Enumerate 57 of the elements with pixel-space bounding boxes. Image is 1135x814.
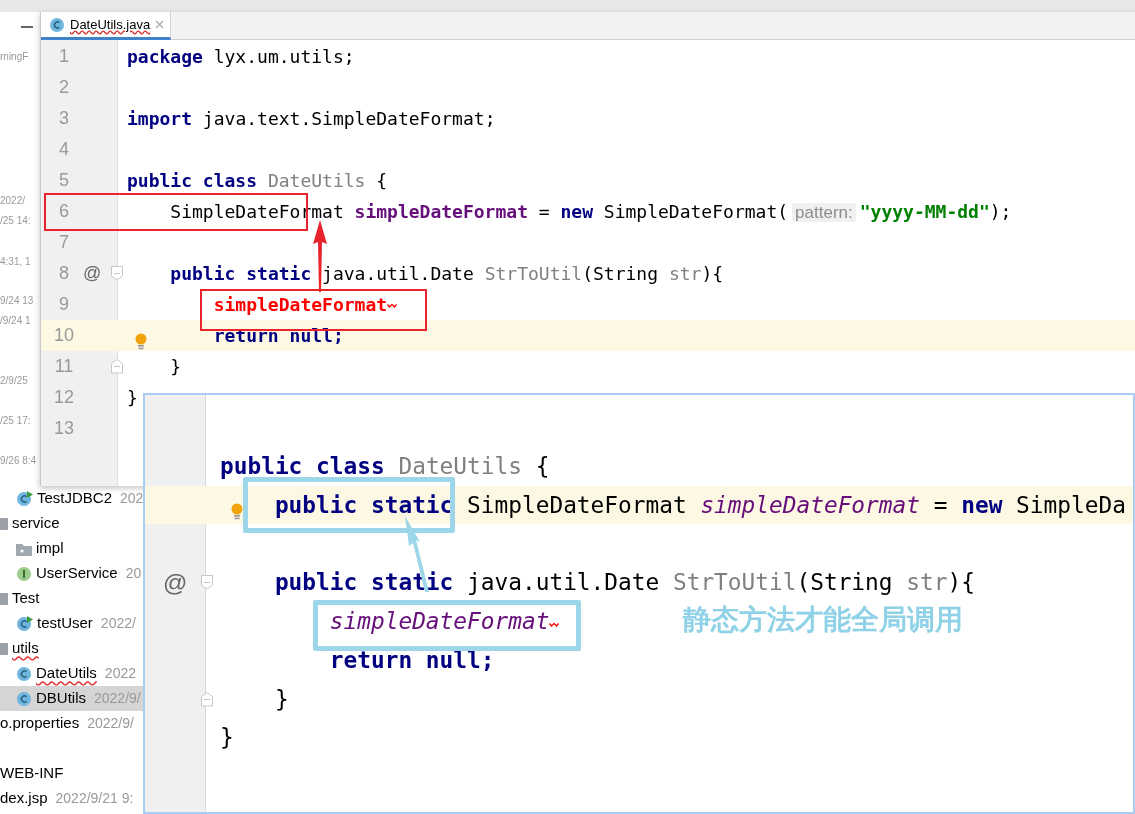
line-number: 4 <box>58 138 70 161</box>
code-line: } <box>220 726 234 750</box>
date-text: 2/9/25 <box>0 374 29 388</box>
line-number: 12 <box>53 386 75 409</box>
line-number: 7 <box>58 231 70 254</box>
code-line: return null; <box>329 648 495 672</box>
interface-icon <box>16 565 32 582</box>
fold-icon[interactable] <box>201 575 213 591</box>
fold-icon[interactable] <box>111 359 123 374</box>
override-marker: @ <box>163 567 188 598</box>
line-number: 5 <box>58 169 70 192</box>
code-line: public static java.util.Date StrToUtil(String str){ <box>170 264 724 283</box>
tree-item[interactable]: DBUtils 2022/9/ <box>0 686 143 711</box>
fold-icon[interactable] <box>111 266 123 281</box>
code-line: public class DateUtils { <box>220 454 550 478</box>
package-icon <box>0 592 8 605</box>
line-number: 10 <box>53 324 75 347</box>
code-line: package lyx.um.utils; <box>127 47 355 66</box>
code-line: } <box>274 687 289 711</box>
line-number: 11 <box>53 355 75 378</box>
code-line: public static SimpleDateFormat simpleDateFormat = new SimpleDa <box>274 493 1126 517</box>
file-tab[interactable]: DateUtils.java <box>41 12 172 40</box>
date-text: 9/24 13 <box>0 294 35 308</box>
class-icon <box>16 665 32 682</box>
code-line: public class DateUtils { <box>127 171 388 190</box>
date-text: /9/24 1 <box>0 314 32 328</box>
minimize-icon[interactable] <box>21 26 33 28</box>
close-icon[interactable] <box>155 20 165 29</box>
code-line: simpleDateFormat <box>213 295 388 314</box>
caption-text: 静态方法才能全局调用 <box>683 602 963 638</box>
date-text: 9/26 8:4 <box>0 454 38 468</box>
date-text: 4:31, 1 <box>0 255 32 269</box>
line-number: 1 <box>58 45 70 68</box>
date-text: /25 14: <box>0 214 32 228</box>
class-icon <box>16 615 33 632</box>
fold-icon[interactable] <box>201 691 213 707</box>
package-icon <box>0 517 8 530</box>
class-icon <box>16 690 32 707</box>
code-line: } <box>127 388 138 407</box>
date-text: /25 17: <box>0 414 32 428</box>
folder-icon <box>16 541 32 556</box>
date-text: 2022/ <box>0 194 27 208</box>
override-marker: @ <box>83 262 102 285</box>
class-icon <box>49 16 65 33</box>
line-number: 13 <box>53 417 75 440</box>
code-line: public static java.util.Date StrToUtil(String str){ <box>274 571 975 594</box>
package-icon <box>0 642 8 655</box>
class-icon <box>16 490 33 507</box>
line-number: 8 <box>58 262 70 285</box>
line-number: 6 <box>58 200 70 223</box>
date-text: rningF <box>0 50 30 64</box>
code-line: import java.text.SimpleDateFormat; <box>127 109 496 128</box>
line-number: 3 <box>58 107 70 130</box>
code-line: simpleDateFormat <box>329 610 550 633</box>
code-line: } <box>170 357 182 376</box>
line-number: 2 <box>58 76 70 99</box>
line-number: 9 <box>58 293 70 316</box>
